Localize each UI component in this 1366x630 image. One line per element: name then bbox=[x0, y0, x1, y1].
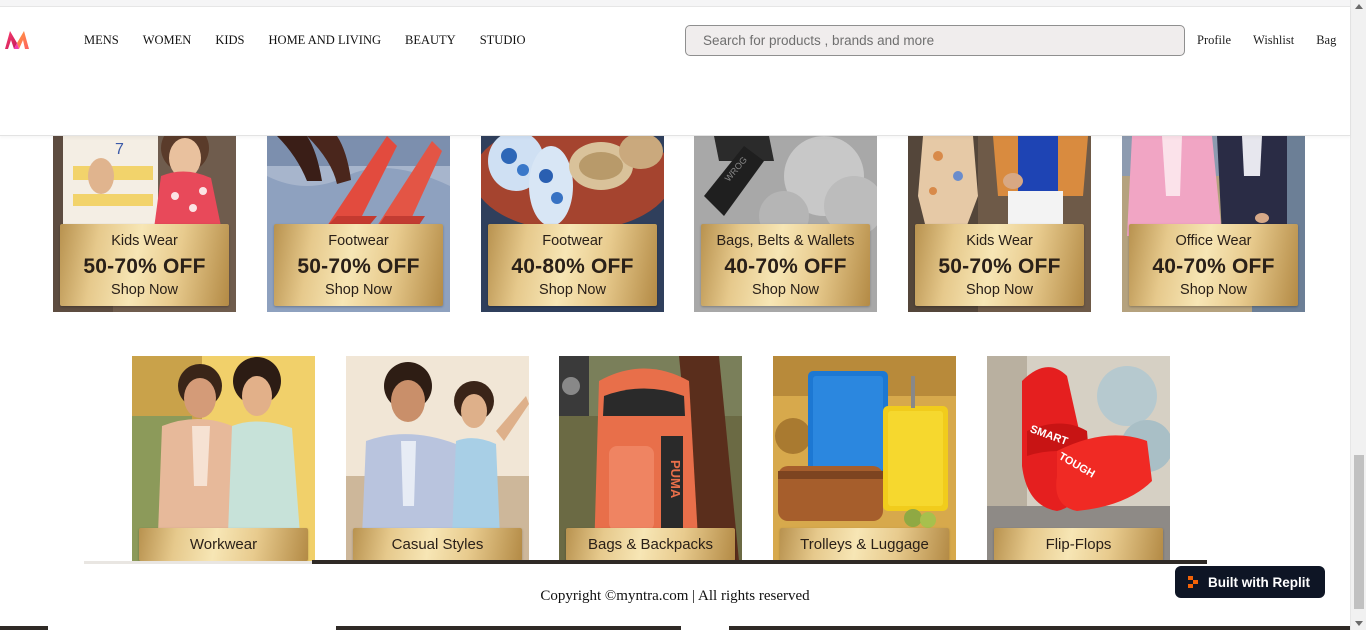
scroll-down-icon[interactable] bbox=[1355, 621, 1363, 626]
nav-mens[interactable]: MENS bbox=[84, 33, 119, 48]
copyright-text: Copyright ©myntra.com | All rights reser… bbox=[540, 588, 810, 604]
category-title: Trolleys & Luggage bbox=[800, 536, 929, 553]
nav-kids[interactable]: KIDS bbox=[215, 33, 244, 48]
category-card[interactable]: Casual Styles bbox=[346, 356, 529, 561]
category-card[interactable]: SMART TOUGH Flip-Flops bbox=[987, 356, 1170, 561]
deal-discount: 50-70% OFF bbox=[297, 255, 420, 278]
deal-card[interactable]: WROG Bags, Belts & Wallets 40-70% OFF Sh… bbox=[694, 136, 877, 312]
category-label: Flip-Flops bbox=[994, 528, 1163, 561]
category-card[interactable]: PUMA Bags & Backpacks bbox=[559, 356, 742, 561]
deal-title: Office Wear bbox=[1175, 233, 1252, 249]
site-header: MENS WOMEN KIDS HOME AND LIVING BEAUTY S… bbox=[0, 7, 1350, 136]
shop-now-link[interactable]: Shop Now bbox=[488, 282, 657, 298]
deal-card[interactable]: Footwear 40-80% OFF Shop Now bbox=[481, 136, 664, 312]
deal-label: Kids Wear 50-70% OFF Shop Now bbox=[60, 224, 229, 306]
myntra-logo-icon[interactable] bbox=[4, 29, 30, 51]
category-label: Trolleys & Luggage bbox=[780, 528, 949, 561]
deal-discount: 50-70% OFF bbox=[938, 255, 1061, 278]
shop-now-link[interactable]: Shop Now bbox=[1129, 282, 1298, 298]
category-title: Flip-Flops bbox=[1045, 536, 1112, 553]
scroll-thumb[interactable] bbox=[1354, 455, 1364, 609]
vertical-scrollbar[interactable] bbox=[1350, 0, 1366, 630]
bottom-strip bbox=[0, 626, 48, 630]
deal-card[interactable]: Kids Wear 50-70% OFF Shop Now bbox=[908, 136, 1091, 312]
shop-now-link[interactable]: Shop Now bbox=[915, 282, 1084, 298]
built-with-replit-badge[interactable]: Built with Replit bbox=[1175, 566, 1325, 598]
deal-discount: 50-70% OFF bbox=[83, 255, 206, 278]
deal-title: Footwear bbox=[328, 233, 389, 249]
header-actions: Profile Wishlist Bag bbox=[1197, 33, 1358, 48]
deal-label: Footwear 50-70% OFF Shop Now bbox=[274, 224, 443, 306]
deal-label: Office Wear 40-70% OFF Shop Now bbox=[1129, 224, 1298, 306]
bottom-strip bbox=[729, 626, 1350, 630]
wishlist-link[interactable]: Wishlist bbox=[1253, 33, 1294, 48]
svg-text:7: 7 bbox=[115, 141, 124, 158]
deal-discount: 40-70% OFF bbox=[1152, 255, 1275, 278]
divider-strip bbox=[312, 560, 1207, 564]
shop-now-link[interactable]: Shop Now bbox=[701, 282, 870, 298]
category-title: Workwear bbox=[189, 536, 258, 553]
deal-title: Kids Wear bbox=[966, 233, 1033, 249]
deal-label: Kids Wear 50-70% OFF Shop Now bbox=[915, 224, 1084, 306]
scroll-up-icon[interactable] bbox=[1355, 4, 1363, 9]
divider-strip-light bbox=[84, 561, 312, 564]
deal-discount: 40-80% OFF bbox=[511, 255, 634, 278]
main-nav: MENS WOMEN KIDS HOME AND LIVING BEAUTY S… bbox=[84, 33, 550, 48]
deal-discount: 40-70% OFF bbox=[724, 255, 847, 278]
deal-card[interactable]: Footwear 50-70% OFF Shop Now bbox=[267, 136, 450, 312]
category-title: Bags & Backpacks bbox=[587, 536, 714, 553]
bag-link[interactable]: Bag bbox=[1316, 33, 1336, 48]
browser-top-strip bbox=[0, 0, 1350, 7]
deal-card[interactable]: Office Wear 40-70% OFF Shop Now bbox=[1122, 136, 1305, 312]
deal-title: Bags, Belts & Wallets bbox=[716, 233, 855, 249]
category-card[interactable]: Workwear bbox=[132, 356, 315, 561]
category-title: Casual Styles bbox=[391, 536, 484, 553]
nav-beauty[interactable]: BEAUTY bbox=[405, 33, 456, 48]
replit-icon bbox=[1188, 576, 1198, 588]
deal-title: Kids Wear bbox=[111, 233, 178, 249]
shop-now-link[interactable]: Shop Now bbox=[60, 282, 229, 298]
deal-label: Footwear 40-80% OFF Shop Now bbox=[488, 224, 657, 306]
badge-label: Built with Replit bbox=[1208, 574, 1310, 590]
deal-card[interactable]: 7 Kids Wear 50-70% OFF Shop Now bbox=[53, 136, 236, 312]
deal-title: Footwear bbox=[542, 233, 603, 249]
nav-studio[interactable]: STUDIO bbox=[480, 33, 526, 48]
category-label: Workwear bbox=[139, 528, 308, 561]
search-box bbox=[685, 25, 1185, 56]
svg-text:PUMA: PUMA bbox=[668, 460, 683, 499]
deal-label: Bags, Belts & Wallets 40-70% OFF Shop No… bbox=[701, 224, 870, 306]
shop-now-link[interactable]: Shop Now bbox=[274, 282, 443, 298]
bottom-strip bbox=[336, 626, 681, 630]
nav-home-and-living[interactable]: HOME AND LIVING bbox=[269, 33, 382, 48]
category-label: Bags & Backpacks bbox=[566, 528, 735, 561]
nav-women[interactable]: WOMEN bbox=[143, 33, 192, 48]
profile-link[interactable]: Profile bbox=[1197, 33, 1231, 48]
category-label: Casual Styles bbox=[353, 528, 522, 561]
search-input[interactable] bbox=[686, 26, 1184, 55]
category-card[interactable]: Trolleys & Luggage bbox=[773, 356, 956, 561]
